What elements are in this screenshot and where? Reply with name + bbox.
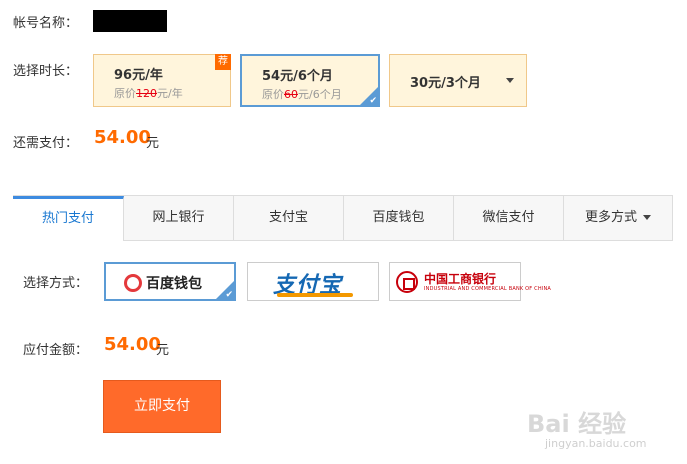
alipay-logo: 支付宝 [273,267,353,299]
amount-due-label: 还需支付： [13,136,79,151]
tab-baidu-wallet[interactable]: 百度钱包 [344,196,454,240]
pay-option-icbc[interactable]: 中国工商银行 INDUSTRIAL AND COMMERCIAL BANK OF… [389,262,551,301]
tab-more-methods[interactable]: 更多方式 [564,196,672,240]
plan-yearly[interactable]: 96元/年 原价120元/年 荐 [93,54,231,107]
pay-option-alipay[interactable]: 支付宝 [247,262,379,301]
check-icon: ✔ [369,96,377,106]
watermark-url: jingyan.baidu.com [545,437,647,450]
tab-more-methods-label: 更多方式 [584,210,637,225]
chevron-down-icon [506,78,514,83]
plan-yearly-price: 96元/年 [114,68,163,83]
payable-amount-value: 54.00 [104,334,161,355]
icbc-subtitle: INDUSTRIAL AND COMMERCIAL BANK OF CHINA [424,286,552,292]
plan-3-months-dropdown[interactable]: 30元/3个月 [389,54,527,107]
baidu-wallet-logo: 百度钱包 [124,273,202,293]
watermark-logo-text: Bai 经验 [527,410,627,438]
plan-3-months-price: 30元/3个月 [410,76,481,91]
pay-option-baidu-wallet[interactable]: 百度钱包 ✔ [104,262,236,301]
icbc-icon [396,271,418,293]
tab-alipay[interactable]: 支付宝 [234,196,344,240]
account-name-label: 帐号名称： [13,16,79,31]
pay-now-button[interactable]: 立即支付 [103,380,221,433]
payable-amount-label: 应付金额： [23,343,89,358]
plan-6-months[interactable]: 54元/6个月 原价60元/6个月 ✔ [240,54,380,107]
account-name-redacted [93,10,167,32]
alipay-swoosh-icon [277,293,353,297]
recommended-badge: 荐 [215,54,231,70]
baidu-wallet-icon [124,274,142,292]
plan-yearly-original-price: 原价120元/年 [114,87,183,100]
plan-6-months-price: 54元/6个月 [262,69,333,84]
plan-6-months-original-price: 原价60元/6个月 [262,88,342,101]
payment-tabs: 热门支付 网上银行 支付宝 百度钱包 微信支付 更多方式 [13,195,673,241]
icbc-name: 中国工商银行 [424,272,497,286]
chevron-down-icon [643,215,651,220]
tab-wechat-pay[interactable]: 微信支付 [454,196,564,240]
tab-hot-payment[interactable]: 热门支付 [13,196,124,241]
duration-label: 选择时长： [13,64,79,79]
icbc-logo: 中国工商银行 INDUSTRIAL AND COMMERCIAL BANK OF… [396,269,551,295]
tab-online-bank[interactable]: 网上银行 [124,196,234,240]
payable-amount-unit: 元 [156,343,170,358]
amount-due-unit: 元 [146,136,160,151]
payment-method-label: 选择方式： [23,276,89,291]
check-icon: ✔ [225,290,233,300]
baidu-jingyan-watermark: Bai 经验 jingyan.baidu.com [527,404,677,459]
amount-due-value: 54.00 [94,127,151,148]
